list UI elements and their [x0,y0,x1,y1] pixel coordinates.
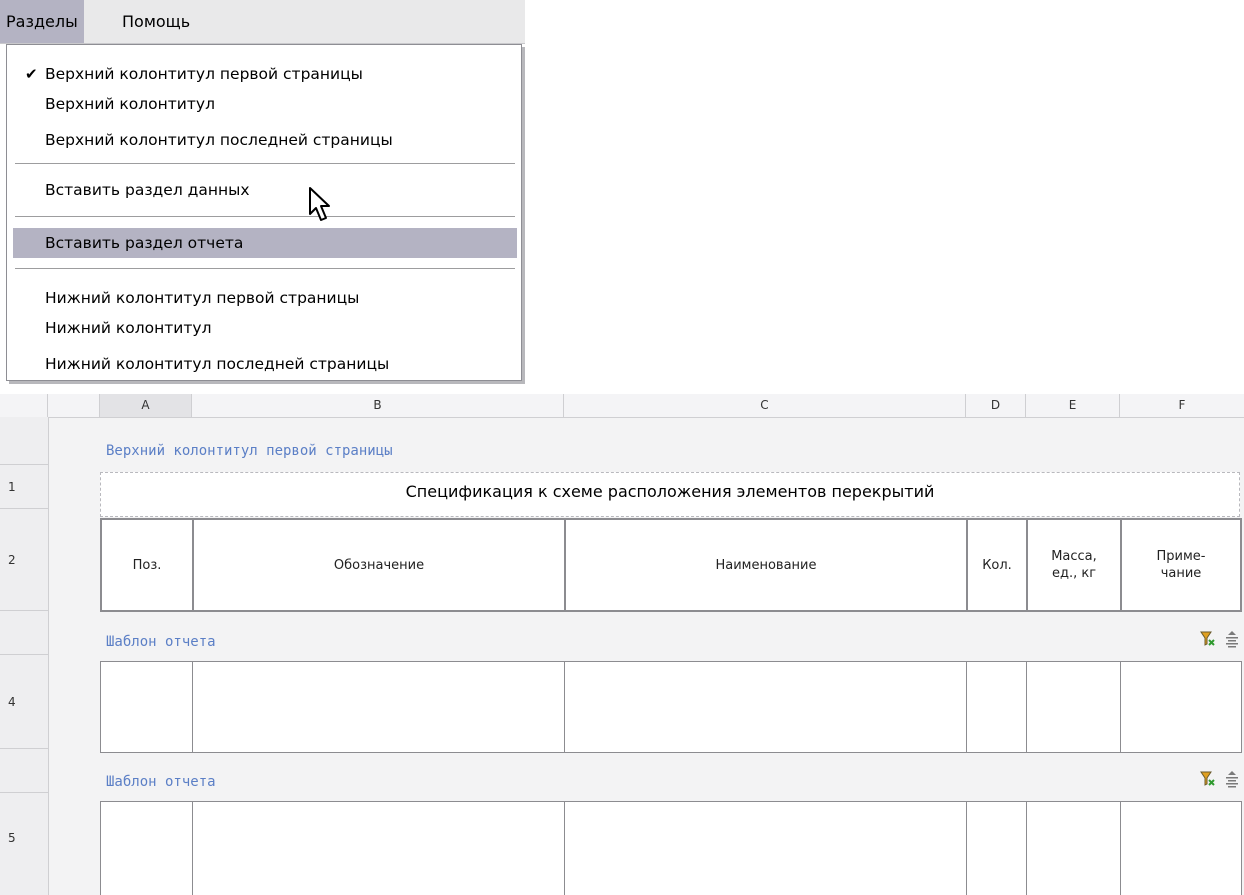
menu-help[interactable]: Помощь [116,0,196,43]
row-header-spacer [0,417,48,465]
header-cell-mass[interactable]: Масса, ед., кг [1028,520,1122,610]
cell-f[interactable] [1121,802,1241,895]
header-cell-pos[interactable]: Поз. [102,520,194,610]
cell-c[interactable] [565,802,967,895]
row-header-2[interactable]: 2 [0,509,48,611]
section-tools [1200,770,1240,788]
mouse-cursor-icon [309,187,330,221]
report-section-title: Шаблон отчета [106,774,216,790]
menu-item-label: Верхний колонтитул последней страницы [45,131,393,149]
header-cell-name[interactable]: Наименование [566,520,968,610]
checkmark-icon: ✔ [25,65,38,83]
header-cell-qty[interactable]: Кол. [968,520,1028,610]
column-header-e[interactable]: E [1026,394,1120,417]
row-header-5[interactable]: 5 [0,793,48,895]
filter-icon[interactable] [1200,630,1216,648]
menu-item-footer-first-page[interactable]: Нижний колонтитул первой страницы [13,283,517,313]
filter-icon[interactable] [1200,770,1216,788]
cell-d[interactable] [967,802,1027,895]
report-section-row [100,801,1242,895]
column-header-c[interactable]: C [564,394,966,417]
menu-separator [15,163,515,164]
row-header-column: 1 2 4 5 [0,417,49,895]
report-section-row [100,661,1242,753]
menu-item-label: Вставить раздел отчета [45,234,244,252]
header-cell-designation[interactable]: Обозначение [194,520,566,610]
menu-item-label: Нижний колонтитул последней страницы [45,355,390,373]
menu-item-header[interactable]: Верхний колонтитул [13,89,517,119]
menu-item-label: Нижний колонтитул [45,319,212,337]
menu-item-label: Верхний колонтитул [45,95,215,113]
menu-sections[interactable]: Разделы [0,0,84,43]
menu-item-label: Верхний колонтитул первой страницы [45,65,363,83]
column-header-row: A B C D E F [0,394,1244,418]
menu-separator [15,268,515,269]
header-section-title: Верхний колонтитул первой страницы [106,443,393,459]
column-header-b[interactable]: B [192,394,564,417]
row-header-4[interactable]: 4 [0,655,48,749]
menu-item-header-first-page[interactable]: ✔ Верхний колонтитул первой страницы [13,59,517,89]
toolbar-strip [525,0,1244,43]
cell-e[interactable] [1027,662,1121,752]
menu-separator [15,216,515,217]
corner-cell [0,394,48,417]
menu-item-insert-data-section[interactable]: Вставить раздел данных [13,175,517,205]
menu-item-insert-report-section[interactable]: Вставить раздел отчета [13,228,517,258]
row-header-1[interactable]: 1 [0,465,48,509]
sections-dropdown: ✔ Верхний колонтитул первой страницы Вер… [6,44,522,381]
cell-b[interactable] [193,662,565,752]
menu-item-label: Вставить раздел данных [45,181,250,199]
menu-item-footer[interactable]: Нижний колонтитул [13,313,517,343]
column-header-f[interactable]: F [1120,394,1244,417]
cell-a[interactable] [101,662,193,752]
menu-item-label: Нижний колонтитул первой страницы [45,289,360,307]
column-header-a[interactable]: A [100,394,192,417]
row-header-spacer [0,749,48,793]
report-section-title: Шаблон отчета [106,634,216,650]
column-header-gutter [48,394,100,417]
section-tools [1200,630,1240,648]
row-header-spacer [0,611,48,655]
cell-e[interactable] [1027,802,1121,895]
header-cell-note[interactable]: Приме- чание [1122,520,1240,610]
table-header-row: Поз. Обозначение Наименование Кол. Масса… [100,518,1242,612]
menu-item-footer-last-page[interactable]: Нижний колонтитул последней страницы [13,349,517,379]
cell-c[interactable] [565,662,967,752]
column-header-d[interactable]: D [966,394,1026,417]
sort-icon[interactable] [1224,770,1240,788]
cell-d[interactable] [967,662,1027,752]
title-cell[interactable]: Спецификация к схеме расположения элемен… [100,472,1240,517]
menu-bar: Разделы Помощь [0,0,525,44]
sort-icon[interactable] [1224,630,1240,648]
menu-item-header-last-page[interactable]: Верхний колонтитул последней страницы [13,125,517,155]
cell-f[interactable] [1121,662,1241,752]
cell-a[interactable] [101,802,193,895]
cell-b[interactable] [193,802,565,895]
